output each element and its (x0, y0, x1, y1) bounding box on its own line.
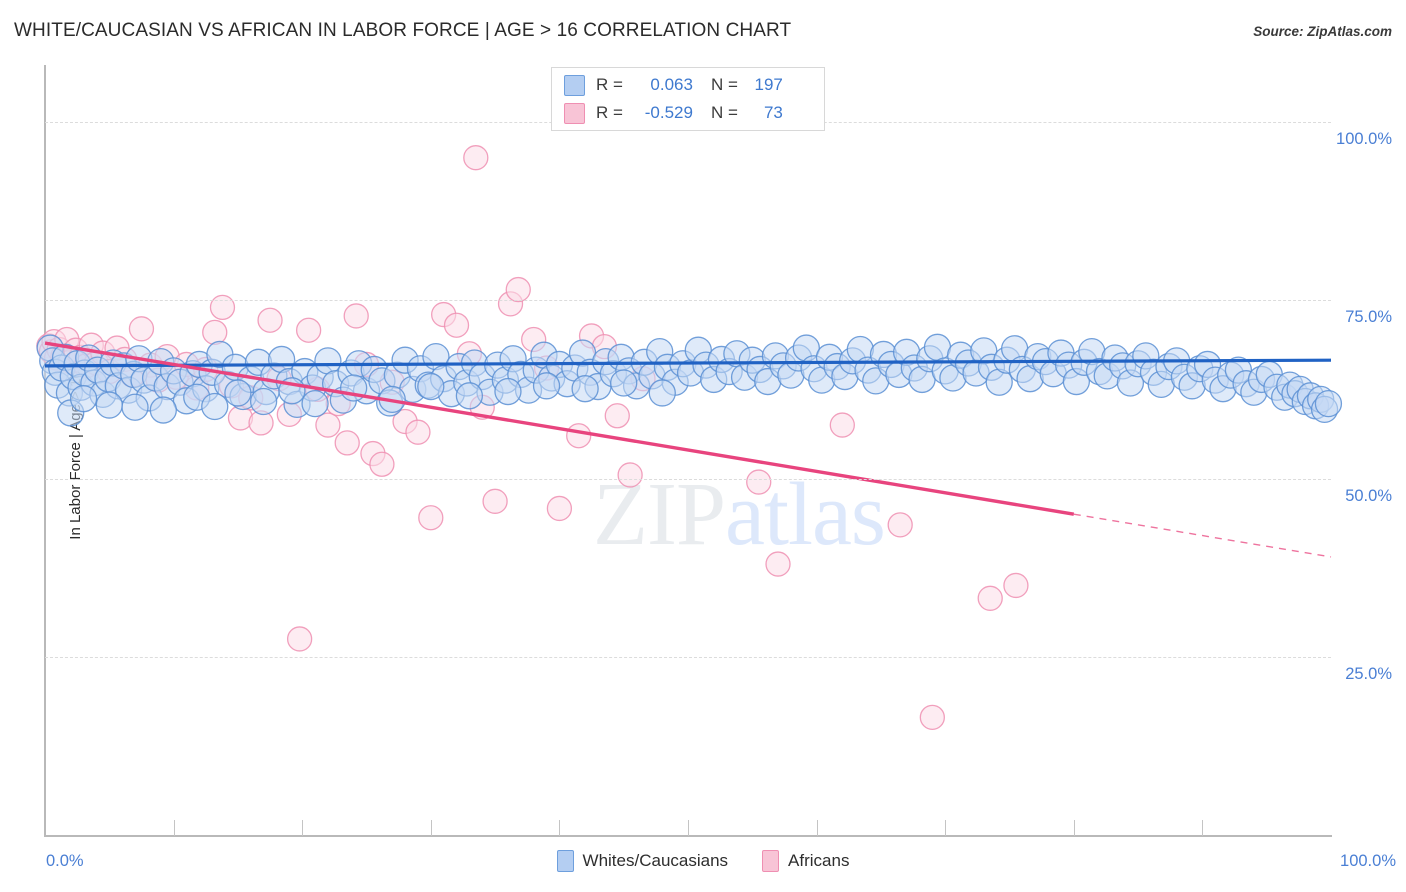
data-point (69, 385, 98, 413)
x-tick-6 (816, 820, 818, 836)
data-point (604, 403, 630, 429)
data-point (405, 419, 431, 445)
data-point (648, 379, 676, 407)
stats-r-value-pink: -0.529 (644, 103, 693, 122)
stats-row-africans: R = -0.529 N = 73 (564, 99, 812, 127)
gridline-25 (45, 656, 1331, 658)
data-point (343, 303, 369, 329)
data-point (887, 512, 913, 538)
x-tick-9 (1202, 820, 1204, 836)
legend-label-whites: Whites/Caucasians (582, 851, 729, 870)
correlation-stats-box: R = 0.063 N = 197 R = -0.529 N = 73 (551, 67, 825, 131)
data-point (482, 488, 508, 514)
data-point (334, 430, 360, 456)
series-legend: Whites/Caucasians Africans (0, 850, 1406, 872)
data-point (977, 585, 1003, 611)
y-axis-title-wrap: In Labor Force | Age > 16 (0, 340, 84, 570)
data-point (443, 312, 470, 338)
data-point (571, 375, 599, 403)
source-label: Source: ZipAtlas.com (1253, 24, 1392, 39)
data-point (209, 294, 236, 321)
y-tick-label-25: 25.0% (1345, 664, 1392, 683)
stats-n-value-pink: 73 (763, 103, 783, 122)
data-point (128, 316, 155, 342)
y-tick-label-50: 50.0% (1345, 486, 1392, 505)
legend-swatch-africans (762, 850, 780, 872)
data-point (224, 379, 252, 407)
data-point (314, 347, 342, 375)
chart-page: WHITE/CAUCASIAN VS AFRICAN IN LABOR FORC… (0, 0, 1406, 892)
legend-swatch-whites (556, 850, 574, 872)
data-point (1003, 572, 1029, 599)
data-point (617, 462, 643, 488)
data-point (417, 372, 445, 401)
data-point (923, 333, 952, 361)
x-tick-8 (1073, 820, 1075, 836)
gridline-75 (45, 300, 1331, 302)
data-point (546, 495, 573, 522)
stats-n-label-blue: N = (710, 75, 738, 94)
data-point (286, 626, 313, 652)
data-point (463, 145, 489, 171)
data-point (95, 391, 123, 419)
series-africans (36, 145, 1029, 731)
stats-n-label-pink: N = (710, 103, 738, 122)
data-point (919, 704, 945, 731)
legend-item-africans[interactable]: Africans (762, 850, 849, 872)
legend-item-whites[interactable]: Whites/Caucasians (556, 850, 729, 872)
stats-n-value-blue: 197 (754, 75, 783, 94)
x-tick-4 (559, 820, 561, 836)
data-point (494, 377, 522, 406)
page-title: WHITE/CAUCASIAN VS AFRICAN IN LABOR FORC… (14, 20, 792, 41)
data-point (369, 451, 395, 477)
data-point (418, 505, 444, 531)
x-tick-7 (945, 820, 947, 836)
data-point (249, 387, 278, 416)
stats-row-whites: R = 0.063 N = 197 (564, 71, 812, 99)
y-tick-label-100: 100.0% (1336, 130, 1392, 149)
y-tick-label-75: 75.0% (1345, 308, 1392, 327)
data-point (746, 469, 772, 495)
data-point (149, 396, 177, 424)
legend-label-africans: Africans (788, 851, 850, 870)
data-point (532, 372, 561, 400)
x-tick-1 (173, 820, 175, 836)
trendline-extrapolated-africans (1073, 513, 1332, 558)
data-point (455, 382, 484, 410)
data-point (829, 412, 855, 438)
x-tick-5 (688, 820, 689, 836)
stats-r-value-blue: 0.063 (650, 75, 693, 94)
data-point (295, 317, 322, 343)
data-point (566, 423, 592, 449)
stats-swatch-pink (564, 102, 585, 124)
data-point (610, 369, 638, 397)
x-tick-3 (430, 820, 432, 836)
stats-r-label-blue: R = (596, 75, 623, 94)
data-point (121, 393, 149, 421)
plot-area: ZIPatlas (36, 65, 1343, 835)
data-point (202, 319, 228, 346)
data-point (765, 551, 791, 577)
data-point (257, 307, 283, 333)
gridline-50 (45, 478, 1331, 480)
data-point (1314, 390, 1343, 418)
data-point (301, 390, 329, 418)
data-point (315, 412, 341, 438)
data-point (201, 392, 229, 421)
stats-r-label-pink: R = (596, 103, 623, 122)
x-tick-2 (302, 820, 304, 836)
scatter-canvas (36, 145, 1343, 731)
data-point (505, 276, 531, 303)
stats-swatch-blue (564, 74, 585, 96)
